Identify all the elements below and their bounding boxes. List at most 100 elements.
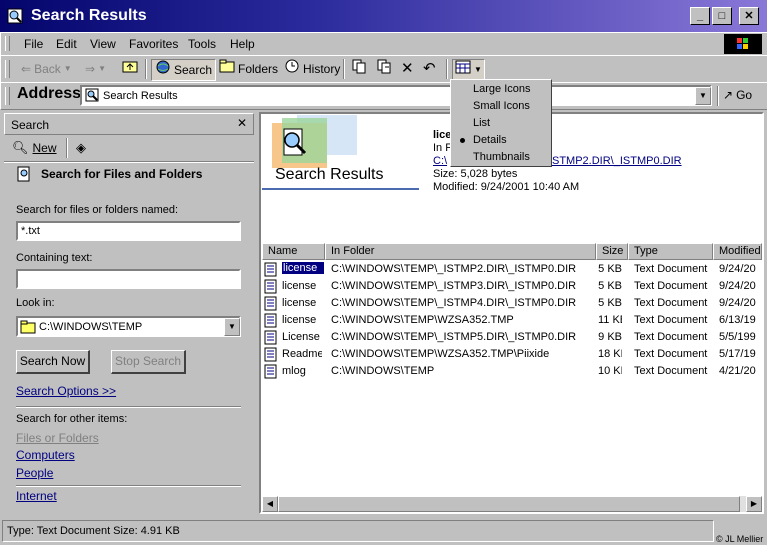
- cell-size: 18 KB: [598, 348, 622, 360]
- table-row[interactable]: license C:\WINDOWS\TEMP\_ISTMP2.DIR\_ISTM…: [262, 261, 762, 278]
- search-panel-title: Search: [11, 118, 50, 132]
- stop-search-button[interactable]: Stop Search: [111, 350, 186, 374]
- menu-help[interactable]: Help: [230, 37, 255, 51]
- menu-view[interactable]: View: [90, 37, 116, 51]
- panel-separator: [66, 138, 68, 158]
- menu-edit[interactable]: Edit: [56, 37, 77, 51]
- search-options-link[interactable]: Search Options >>: [16, 384, 116, 398]
- views-button[interactable]: ▼: [452, 59, 485, 81]
- scroll-right-button[interactable]: ▶: [746, 496, 762, 512]
- new-search-button[interactable]: 🔍︎ New: [12, 140, 57, 156]
- menu-item-details[interactable]: Details: [473, 134, 507, 146]
- back-button[interactable]: ⇐ Back ▼: [21, 59, 72, 79]
- results-banner-title: Search Results: [275, 166, 384, 183]
- up-folder-button[interactable]: [122, 59, 138, 79]
- undo-icon: ↶: [423, 60, 436, 77]
- radio-bullet-icon: [460, 138, 465, 143]
- chevron-down-icon: ▼: [98, 64, 106, 73]
- horizontal-scrollbar[interactable]: ◀ ▶: [262, 496, 762, 512]
- address-dropdown-button[interactable]: ▼: [695, 87, 711, 105]
- table-row[interactable]: License C:\WINDOWS\TEMP\_ISTMP5.DIR\_ISTM…: [262, 329, 762, 346]
- panel-divider: [16, 406, 241, 408]
- column-header-type[interactable]: Type: [628, 243, 713, 260]
- cell-modified: 9/24/20: [719, 297, 756, 309]
- undo-button[interactable]: ↶: [423, 59, 436, 79]
- chevron-down-icon: ▼: [228, 322, 236, 331]
- cell-folder: C:\WINDOWS\TEMP\WZSA352.TMP: [331, 314, 514, 326]
- status-bar: Type: Text Document Size: 4.91 KB © JL M…: [0, 518, 767, 545]
- internet-link[interactable]: Internet: [16, 489, 57, 503]
- maximize-button[interactable]: □: [712, 7, 732, 25]
- lookin-combobox[interactable]: C:\WINDOWS\TEMP ▼: [16, 316, 241, 337]
- search-now-button[interactable]: Search Now: [16, 350, 90, 374]
- named-input[interactable]: *.txt: [16, 221, 241, 241]
- panel-divider: [16, 485, 241, 487]
- column-header-folder[interactable]: In Folder: [325, 243, 596, 260]
- cell-type: Text Document: [634, 297, 708, 309]
- table-row[interactable]: license C:\WINDOWS\TEMP\WZSA352.TMP 11 KB T…: [262, 312, 762, 329]
- eraser-button[interactable]: ◈: [76, 140, 86, 156]
- menu-bar: File Edit View Favorites Tools Help: [0, 32, 767, 56]
- lookin-dropdown-button[interactable]: ▼: [224, 318, 240, 336]
- menu-item-large-icons[interactable]: Large Icons: [473, 83, 530, 95]
- menu-item-thumbnails[interactable]: Thumbnails: [473, 151, 530, 163]
- history-button[interactable]: History: [284, 59, 340, 79]
- folders-button[interactable]: Folders: [219, 59, 278, 79]
- preview-path-link[interactable]: C:\: [433, 155, 447, 167]
- go-button[interactable]: ↗ Go: [723, 85, 752, 105]
- column-header-modified[interactable]: Modified: [713, 243, 762, 260]
- cell-name: license: [281, 261, 325, 275]
- menu-file[interactable]: File: [24, 37, 43, 51]
- menu-tools[interactable]: Tools: [188, 37, 216, 51]
- cell-modified: 9/24/20: [719, 280, 756, 292]
- window-icon[interactable]: [7, 8, 23, 24]
- minimize-button[interactable]: _: [690, 7, 710, 25]
- menu-item-small-icons[interactable]: Small Icons: [473, 100, 530, 112]
- cell-size: 5 KB: [598, 280, 622, 292]
- toolbar-grip: [5, 60, 10, 78]
- toolbar-separator: [446, 59, 448, 79]
- table-row[interactable]: mlog C:\WINDOWS\TEMP 10 KB Text Document 4/2…: [262, 363, 762, 380]
- search-button[interactable]: Search: [151, 59, 217, 81]
- menu-favorites[interactable]: Favorites: [129, 37, 178, 51]
- address-combobox[interactable]: Search Results ▼: [80, 85, 712, 106]
- windows-logo-icon: [724, 34, 762, 54]
- table-row[interactable]: license C:\WINDOWS\TEMP\_ISTMP4.DIR\_ISTM…: [262, 295, 762, 312]
- preview-size: Size: 5,028 bytes: [433, 168, 518, 180]
- cell-type: Text Document: [634, 314, 708, 326]
- menu-item-list[interactable]: List: [473, 117, 490, 129]
- panel-divider: [4, 161, 254, 163]
- cell-type: Text Document: [634, 348, 708, 360]
- maximize-icon: □: [718, 10, 726, 22]
- people-link[interactable]: People: [16, 466, 53, 480]
- title-bar[interactable]: Search Results _ □ ✕: [0, 0, 767, 32]
- cell-name: license: [282, 314, 317, 326]
- table-row[interactable]: Readme C:\WINDOWS\TEMP\WZSA352.TMP\Piixid…: [262, 346, 762, 363]
- other-items-label: Search for other items:: [16, 413, 128, 425]
- status-text: Type: Text Document Size: 4.91 KB: [7, 525, 180, 537]
- cell-type: Text Document: [634, 280, 708, 292]
- close-button[interactable]: ✕: [739, 7, 759, 25]
- delete-button[interactable]: ✕: [401, 59, 414, 79]
- column-header-size[interactable]: Size: [596, 243, 628, 260]
- chevron-down-icon: ▼: [63, 64, 72, 73]
- column-header-name[interactable]: Name: [262, 243, 325, 260]
- computers-link[interactable]: Computers: [16, 448, 75, 462]
- cell-name: license: [282, 280, 317, 292]
- containing-input[interactable]: [16, 269, 241, 289]
- scroll-thumb[interactable]: [278, 496, 740, 512]
- move-to-icon: [351, 58, 367, 80]
- cell-size: 5 KB: [598, 297, 622, 309]
- move-to-button[interactable]: [351, 59, 367, 79]
- copy-to-button[interactable]: [376, 59, 392, 79]
- credit-text: © JL Mellier: [716, 534, 764, 544]
- table-row[interactable]: license C:\WINDOWS\TEMP\_ISTMP3.DIR\_ISTM…: [262, 278, 762, 295]
- address-grip: [5, 87, 10, 105]
- text-document-icon: [264, 364, 277, 382]
- scroll-left-button[interactable]: ◀: [262, 496, 278, 512]
- close-icon[interactable]: ✕: [237, 116, 247, 130]
- files-or-folders-link[interactable]: Files or Folders: [16, 431, 99, 445]
- containing-label: Containing text:: [16, 252, 93, 264]
- forward-button[interactable]: ⇒ ▼: [85, 59, 106, 79]
- preview-path-tail[interactable]: STMP2.DIR\_ISTMP0.DIR: [552, 155, 682, 167]
